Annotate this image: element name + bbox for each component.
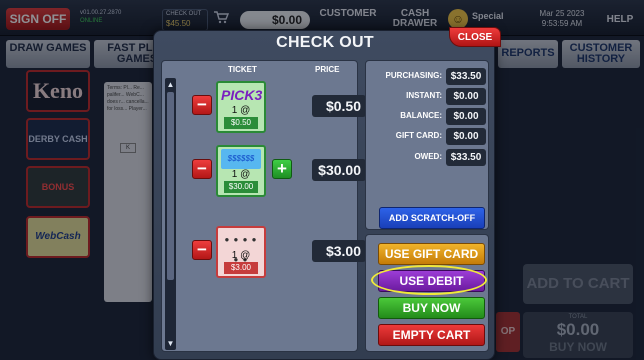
ticket-unit-price: $30.00 <box>224 181 258 193</box>
summary-value: $33.50 <box>446 68 486 85</box>
price-column-header: PRICE <box>315 65 340 74</box>
summary-row-instant: INSTANT: $0.00 <box>366 88 490 106</box>
summary-row-owed: OWED: $33.50 <box>366 149 490 167</box>
summary-row-gift-card: GIFT CARD: $0.00 <box>366 128 490 146</box>
scroll-up-icon[interactable]: ▲ <box>166 80 175 89</box>
decrease-quantity-button[interactable]: − <box>192 95 212 115</box>
summary-value: $0.00 <box>446 128 486 145</box>
ticket-unit-price: $0.50 <box>224 117 258 129</box>
summary-label: OWED: <box>414 152 442 161</box>
lottery-terminal: SIGN OFF v01.00.27.2870 ONLINE CHECK OUT… <box>0 0 644 360</box>
summary-row-purchasing: PURCHASING: $33.50 <box>366 68 490 86</box>
ticket-art: $$$$$$ <box>221 149 261 169</box>
close-button[interactable]: CLOSE <box>449 27 501 47</box>
dialog-title: CHECK OUT <box>276 34 374 51</box>
increase-quantity-button[interactable]: + <box>272 159 292 179</box>
summary-row-balance: BALANCE: $0.00 <box>366 108 490 126</box>
ticket-art: PICK3 <box>221 87 263 103</box>
checkout-dialog: CHECK OUT CLOSE TICKET PRICE ▲ ▼ − PICK3… <box>153 27 501 360</box>
ticket-pick3-card[interactable]: PICK3 1 @ $0.50 <box>216 81 266 133</box>
ticket-scratch-card[interactable]: $$$$$$ 1 @ $30.00 <box>216 145 266 197</box>
ticket-price: $0.50 <box>312 95 366 117</box>
summary-value: $0.00 <box>446 108 486 125</box>
add-scratch-off-button[interactable]: ADD SCRATCH-OFF <box>379 207 485 229</box>
summary-label: GIFT CARD: <box>395 131 442 140</box>
payment-actions-panel: USE GIFT CARD USE DEBIT BUY NOW EMPTY CA… <box>365 234 489 352</box>
ticket-quantity: 1 @ <box>231 250 251 261</box>
ticket-price: $30.00 <box>312 159 366 181</box>
empty-cart-button[interactable]: EMPTY CART <box>378 324 485 346</box>
ticket-quantity: 1 @ <box>231 105 251 116</box>
summary-label: INSTANT: <box>406 91 442 100</box>
summary-label: BALANCE: <box>400 111 442 120</box>
ticket-quantity: 1 @ <box>231 169 251 180</box>
scroll-down-icon[interactable]: ▼ <box>166 339 175 348</box>
ticket-draw-card[interactable]: ● ● ● ● ● ● 1 @ $3.00 <box>216 226 266 278</box>
payment-summary-panel: PURCHASING: $33.50 INSTANT: $0.00 BALANC… <box>365 60 489 230</box>
ticket-list-panel: TICKET PRICE ▲ ▼ − PICK3 1 @ $0.50 $0.50… <box>161 60 366 352</box>
ticket-row: − $$$$$$ 1 @ $30.00 + $30.00 <box>182 145 366 197</box>
scroll-thumb[interactable] <box>167 92 174 280</box>
decrease-quantity-button[interactable]: − <box>192 159 212 179</box>
ticket-row: − ● ● ● ● ● ● 1 @ $3.00 $3.00 <box>182 226 366 278</box>
ticket-unit-price: $3.00 <box>224 262 258 274</box>
ticket-price: $3.00 <box>312 240 366 262</box>
ticket-art: ● ● ● ● ● ● <box>224 235 258 264</box>
ticket-column-header: TICKET <box>228 65 257 74</box>
summary-value: $33.50 <box>446 149 486 166</box>
use-gift-card-button[interactable]: USE GIFT CARD <box>378 243 485 265</box>
ticket-scrollbar[interactable]: ▲ ▼ <box>165 78 176 350</box>
ticket-row: − PICK3 1 @ $0.50 $0.50 <box>182 81 366 133</box>
use-debit-button[interactable]: USE DEBIT <box>378 270 485 292</box>
buy-now-button[interactable]: BUY NOW <box>378 297 485 319</box>
summary-label: PURCHASING: <box>385 71 442 80</box>
decrease-quantity-button[interactable]: − <box>192 240 212 260</box>
summary-value: $0.00 <box>446 88 486 105</box>
